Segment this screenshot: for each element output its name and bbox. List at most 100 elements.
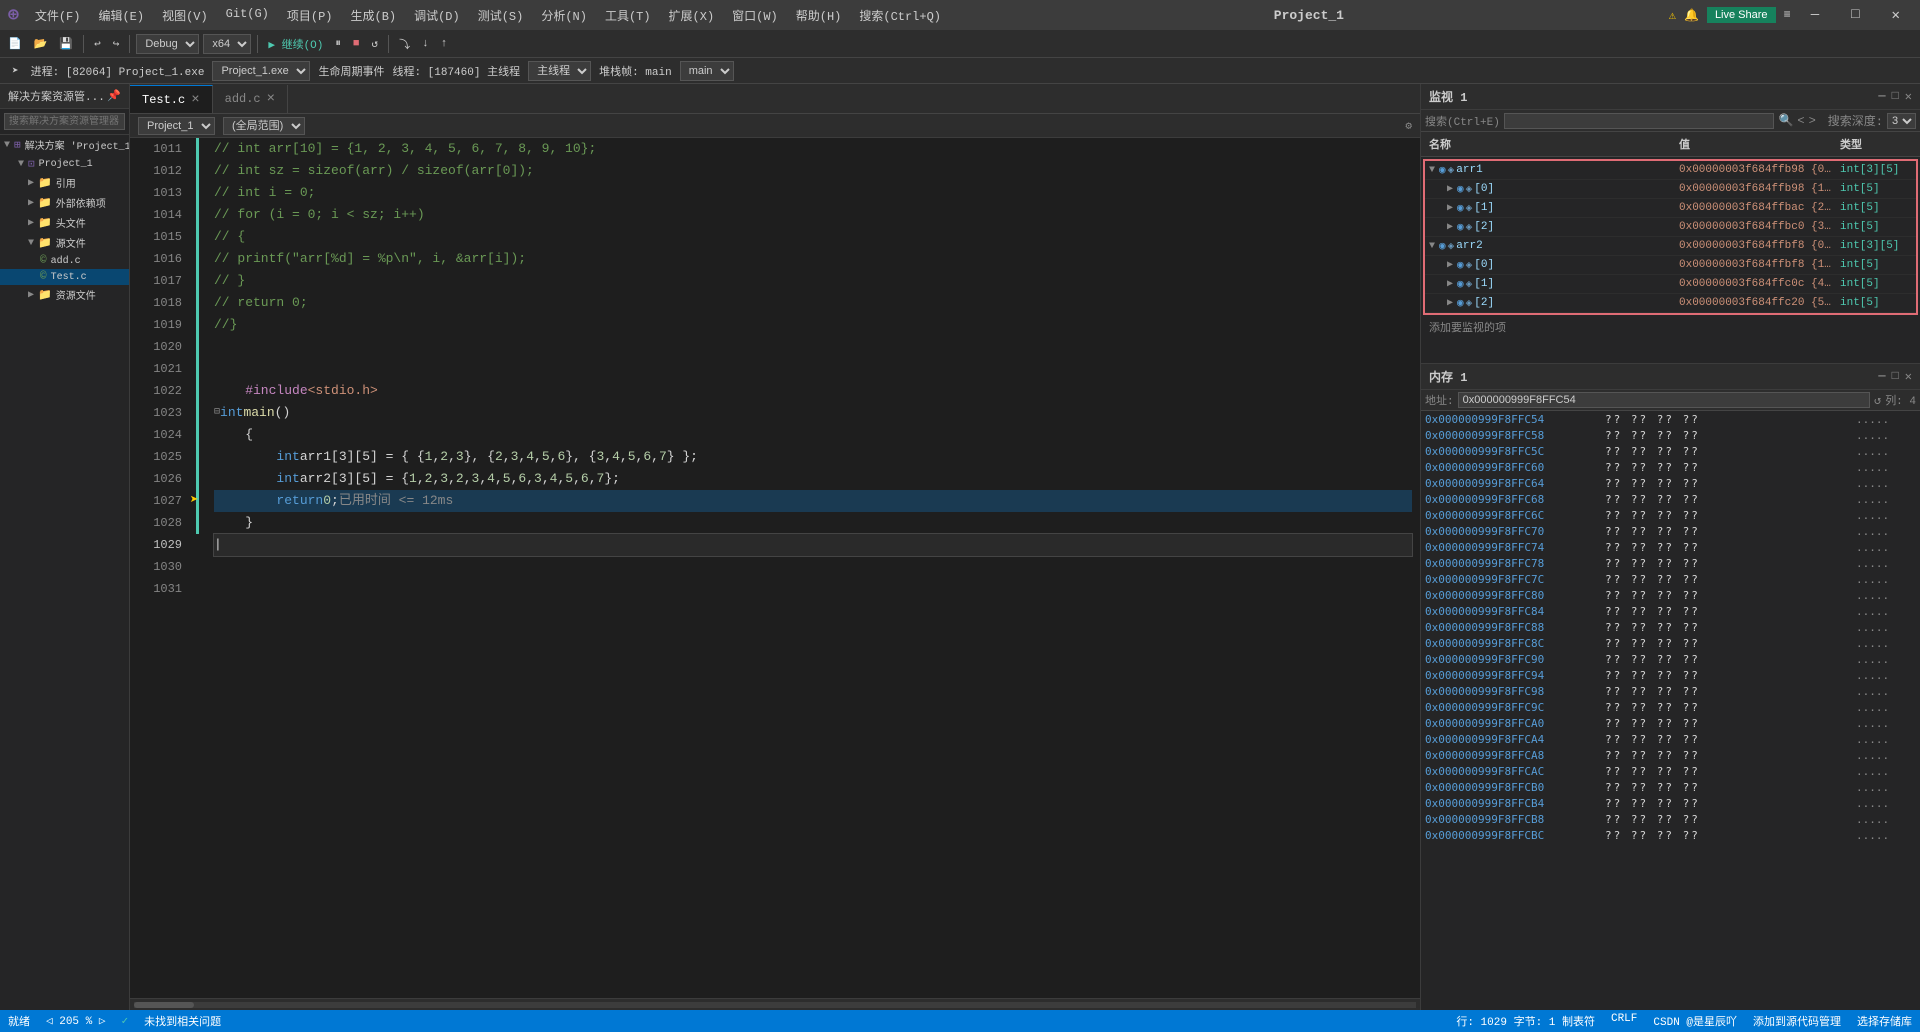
memory-panel-minimize-button[interactable]: — — [1878, 369, 1885, 384]
expand-arr2-2-button[interactable]: ▶ — [1447, 297, 1453, 309]
maximize-button[interactable]: □ — [1839, 5, 1871, 25]
step-out-button[interactable]: ↑ — [437, 36, 452, 52]
tree-item-source-files[interactable]: ▼ 📁 源文件 — [0, 233, 129, 253]
expand-arr1-2-button[interactable]: ▶ — [1447, 221, 1453, 233]
collapse-arr2-button[interactable]: ▼ — [1429, 241, 1435, 252]
tab-test-c[interactable]: Test.c × — [130, 85, 213, 113]
watch-type-arr2-0: int[5] — [1836, 257, 1916, 273]
pause-button[interactable]: ⏸ — [331, 36, 345, 52]
memory-panel-header: 内存 1 — □ ✕ — [1421, 364, 1920, 390]
menu-view[interactable]: 视图(V) — [154, 5, 216, 26]
watch-data-area: ▼ ◉ ◈ arr1 0x00000003f684ffb98 {0x000000… — [1423, 159, 1918, 315]
save-button[interactable]: 💾 — [55, 35, 77, 53]
menu-test[interactable]: 测试(S) — [470, 5, 532, 26]
settings-icon[interactable]: ⚙ — [1405, 119, 1412, 133]
line-num-1013: 1013 — [138, 182, 182, 204]
tree-item-add-c[interactable]: © add.c — [0, 253, 129, 269]
minimize-button[interactable]: — — [1799, 5, 1831, 25]
step-into-button[interactable]: ↓ — [418, 36, 433, 52]
watch-panel-minimize-button[interactable]: — — [1878, 89, 1885, 104]
sidebar-search-input[interactable] — [4, 113, 125, 130]
menu-edit[interactable]: 编辑(E) — [90, 5, 152, 26]
refresh-icon[interactable]: ↺ — [1874, 393, 1881, 408]
step-over-button[interactable]: ⤵ — [395, 34, 414, 54]
live-share-button[interactable]: Live Share — [1707, 7, 1776, 23]
stop-button[interactable]: ■ — [349, 36, 364, 52]
close-tab-test-c-button[interactable]: × — [191, 92, 199, 108]
tree-item-solution[interactable]: ▼ ⊞ 解决方案 'Project_1' — [0, 135, 129, 155]
scrollbar-thumb[interactable] — [134, 1002, 194, 1008]
menu-help[interactable]: 帮助(H) — [788, 5, 850, 26]
menu-bar: 文件(F) 编辑(E) 视图(V) Git(G) 项目(P) 生成(B) 调试(… — [27, 5, 949, 26]
menu-extensions[interactable]: 扩展(X) — [661, 5, 723, 26]
stack-label: 堆栈帧: main — [599, 63, 672, 79]
tree-item-external-deps[interactable]: ▶ 📁 外部依赖项 — [0, 193, 129, 213]
menu-analyze[interactable]: 分析(N) — [533, 5, 595, 26]
thread-label: 线程: [187460] 主线程 — [392, 63, 520, 79]
memory-address-input[interactable] — [1458, 392, 1870, 408]
memory-panel-close-button[interactable]: ✕ — [1905, 369, 1912, 384]
menu-project[interactable]: 项目(P) — [279, 5, 341, 26]
status-bar: 就绪 ◁ 205 % ▷ ✓ 未找到相关问题 行: 1029 字节: 1 制表符… — [0, 1010, 1920, 1032]
zoom-prev-icon[interactable]: ◁ — [46, 1016, 53, 1028]
tree-item-references[interactable]: ▶ 📁 引用 — [0, 173, 129, 193]
menu-tools[interactable]: 工具(T) — [597, 5, 659, 26]
line-decorations: ➤ — [190, 138, 206, 998]
watch-panel-close-button[interactable]: ✕ — [1905, 89, 1912, 104]
close-tab-add-c-button[interactable]: × — [267, 91, 275, 107]
code-line-1029[interactable]: | — [214, 534, 1412, 556]
select-repo-button[interactable]: 选择存储库 — [1857, 1013, 1912, 1029]
sidebar-toggle-icon[interactable]: ≡ — [1784, 8, 1791, 22]
code-content[interactable]: // int arr[10] = {1, 2, 3, 4, 5, 6, 7, 8… — [206, 138, 1420, 998]
expand-arr1-1-button[interactable]: ▶ — [1447, 202, 1453, 214]
project-path-dropdown[interactable]: Project_1 — [138, 117, 215, 135]
undo-button[interactable]: ↩ — [90, 35, 105, 53]
collapse-arr1-button[interactable]: ▼ — [1429, 165, 1435, 176]
tree-item-resources[interactable]: ▶ 📁 资源文件 — [0, 285, 129, 305]
menu-window[interactable]: 窗口(W) — [724, 5, 786, 26]
close-button[interactable]: ✕ — [1880, 5, 1912, 26]
memory-panel-float-button[interactable]: □ — [1892, 369, 1899, 384]
watch-search-input[interactable] — [1504, 113, 1775, 129]
line-num-1017: 1017 — [138, 270, 182, 292]
tree-item-project[interactable]: ▼ ⊡ Project_1 — [0, 155, 129, 173]
code-line-1017: // } — [214, 270, 1412, 292]
tree-item-header-files[interactable]: ▶ 📁 头文件 — [0, 213, 129, 233]
zoom-next-icon[interactable]: ▷ — [99, 1016, 106, 1028]
platform-dropdown[interactable]: x64 — [203, 34, 251, 54]
expand-arr1-0-button[interactable]: ▶ — [1447, 183, 1453, 195]
title-bar-right: ⚠ 🔔 Live Share ≡ — □ ✕ — [1669, 5, 1912, 26]
scope-dropdown[interactable]: (全局范围) — [223, 117, 305, 135]
debug-config-dropdown[interactable]: Debug — [136, 34, 199, 54]
new-file-button[interactable]: 📄 — [4, 35, 26, 53]
watch-icon: ◉ — [1457, 201, 1464, 215]
horizontal-scrollbar[interactable] — [130, 998, 1420, 1010]
menu-file[interactable]: 文件(F) — [27, 5, 89, 26]
watch-type-arr2-1: int[5] — [1836, 276, 1916, 292]
expand-arr2-0-button[interactable]: ▶ — [1447, 259, 1453, 271]
menu-git[interactable]: Git(G) — [218, 5, 277, 26]
search-nav-next-icon[interactable]: > — [1809, 114, 1816, 128]
menu-debug[interactable]: 调试(D) — [406, 5, 468, 26]
process-dropdown[interactable]: Project_1.exe — [212, 61, 310, 81]
search-nav-prev-icon[interactable]: < — [1797, 114, 1804, 128]
thread-dropdown[interactable]: 主线程 — [528, 61, 591, 81]
search-depth-dropdown[interactable]: 3 — [1887, 113, 1916, 129]
open-file-button[interactable]: 📂 — [30, 35, 52, 53]
watch-panel-float-button[interactable]: □ — [1892, 89, 1899, 104]
add-watch-link[interactable]: 添加要监视的项 — [1421, 317, 1920, 337]
zoom-level[interactable]: ◁ 205 % ▷ — [46, 1014, 105, 1028]
menu-search[interactable]: 搜索(Ctrl+Q) — [851, 5, 949, 26]
start-debug-button[interactable]: ▶ 继续(O) — [264, 34, 327, 54]
watch-type-arr2: int[3][5] — [1836, 238, 1916, 254]
search-icon[interactable]: 🔍 — [1778, 113, 1793, 128]
menu-build[interactable]: 生成(B) — [343, 5, 405, 26]
stack-dropdown[interactable]: main — [680, 61, 734, 81]
tab-add-c[interactable]: add.c × — [213, 85, 288, 113]
restart-button[interactable]: ↺ — [368, 35, 383, 53]
add-code-source-button[interactable]: 添加到源代码管理 — [1753, 1013, 1841, 1029]
sidebar-pin-icon[interactable]: 📌 — [107, 89, 121, 103]
redo-button[interactable]: ↪ — [109, 35, 124, 53]
tree-item-test-c[interactable]: © Test.c — [0, 269, 129, 285]
expand-arr2-1-button[interactable]: ▶ — [1447, 278, 1453, 290]
